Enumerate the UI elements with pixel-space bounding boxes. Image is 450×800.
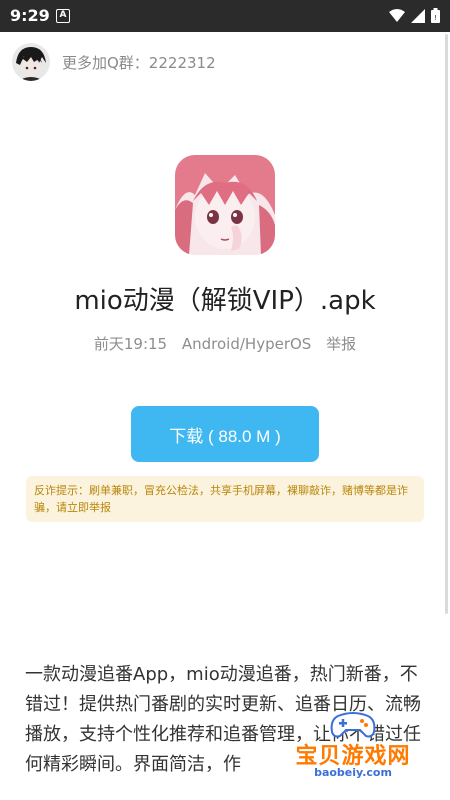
avatar[interactable] — [12, 43, 50, 81]
watermark: 宝贝游戏网 baobeiy.com — [278, 708, 428, 794]
scrollbar[interactable] — [445, 34, 448, 614]
battery-icon: ! — [431, 8, 440, 23]
platform-label: Android/HyperOS — [181, 335, 312, 353]
app-icon — [175, 155, 275, 255]
meta-row: 前天19:15 Android/HyperOS 举报 — [0, 333, 450, 354]
download-button[interactable]: 下载 ( 88.0 M ) — [131, 406, 319, 462]
upload-date: 前天19:15 — [93, 335, 168, 353]
status-bar: 9:29 A ! — [0, 0, 450, 32]
notification-icon: A — [56, 9, 70, 23]
group-info-row[interactable]: 更多加Q群：2222312 — [12, 42, 216, 82]
fraud-warning: 反诈提示：刷单兼职，冒充公检法，共享手机屏幕，裸聊敲诈，赌博等都是诈骗，请立即举… — [26, 476, 424, 522]
status-time: 9:29 — [10, 6, 50, 25]
group-text: 更多加Q群：2222312 — [62, 53, 216, 72]
status-icons: ! — [389, 8, 440, 23]
gamepad-icon — [330, 712, 376, 738]
app-title: mio动漫（解锁VIP）.apk — [74, 286, 376, 316]
signal-icon — [411, 8, 425, 23]
svg-text:!: ! — [434, 14, 437, 22]
watermark-url: baobeiy.com — [314, 766, 392, 779]
wifi-icon — [389, 8, 405, 22]
report-link[interactable]: 举报 — [326, 335, 356, 353]
